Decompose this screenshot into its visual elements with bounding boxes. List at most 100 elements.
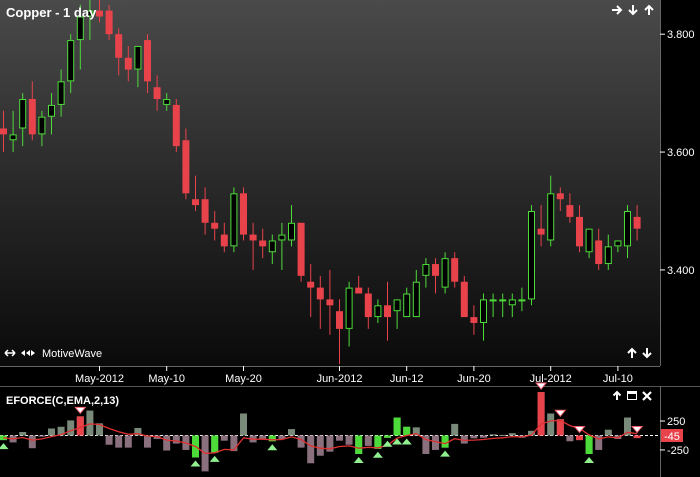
- efi-bar: [499, 434, 507, 436]
- candle-body: [614, 240, 622, 247]
- candle-body: [508, 299, 516, 306]
- candle-body: [230, 193, 238, 247]
- candle-body: [144, 40, 151, 82]
- candle-body: [470, 317, 478, 323]
- time-tick-label: May-20: [225, 373, 262, 385]
- candle-body: [576, 216, 583, 247]
- candle-body: [9, 134, 17, 141]
- efi-bar: [124, 435, 132, 448]
- candle-body: [96, 10, 103, 17]
- candle-body: [604, 246, 612, 265]
- efi-bar-buy: [403, 426, 411, 436]
- candle-body: [585, 228, 593, 253]
- candle-body: [76, 16, 84, 41]
- efi-bar: [604, 429, 612, 436]
- efi-bar-sell: [537, 392, 545, 436]
- candle-body: [28, 99, 36, 135]
- candle-body: [518, 299, 526, 302]
- time-tick-label: Jun-12: [390, 373, 424, 385]
- price-tick-label: 3.600: [667, 147, 695, 159]
- candle-body: [432, 264, 439, 276]
- candle-body: [124, 57, 132, 70]
- candle-body: [172, 104, 180, 147]
- efi-bar: [230, 435, 238, 452]
- efi-bar: [288, 429, 295, 436]
- candle-down: [240, 187, 247, 241]
- efi-bar: [547, 413, 555, 436]
- candle-body: [326, 299, 334, 306]
- candle-body: [0, 128, 7, 135]
- candle-down: [172, 99, 180, 153]
- efi-bar: [220, 435, 228, 441]
- brand-label: MotiveWave: [42, 348, 102, 360]
- candle-body: [163, 99, 171, 105]
- efi-bar: [144, 435, 151, 448]
- efi-bar: [86, 410, 94, 436]
- candle-body: [422, 264, 430, 276]
- efi-bar: [508, 433, 516, 436]
- candle-body: [547, 193, 555, 241]
- candle-body: [220, 234, 228, 247]
- efi-bar: [163, 435, 171, 451]
- efi-bar: [19, 432, 27, 436]
- candle-body: [48, 104, 55, 117]
- candle-body: [249, 234, 257, 241]
- efi-bar: [470, 435, 478, 439]
- efi-bar: [316, 435, 324, 456]
- candle-down: [460, 275, 468, 318]
- indicator-tick-label: 250: [667, 416, 685, 428]
- efi-bar: [364, 435, 372, 446]
- indicator-tick-label: -250: [667, 445, 689, 457]
- candle-body: [489, 299, 497, 302]
- chart-canvas: 3.400 3.600 3.800 May-2012 May-10 May-20 Jun-…: [0, 0, 700, 477]
- candle-body: [528, 210, 535, 300]
- chart-title: Copper - 1 day: [6, 5, 97, 20]
- candle-body: [134, 45, 142, 70]
- candle-body: [355, 287, 363, 294]
- candle-body: [451, 258, 459, 282]
- candle-body: [499, 299, 507, 302]
- efi-bar-sell: [633, 435, 641, 439]
- efi-bar: [240, 413, 247, 436]
- efi-bar: [172, 435, 180, 444]
- efi-bar-buy: [585, 435, 593, 454]
- efi-bar: [115, 435, 123, 448]
- candle-body: [182, 140, 190, 194]
- candle-body: [336, 311, 343, 329]
- candle-body: [268, 240, 276, 253]
- candle-body: [374, 305, 382, 318]
- candle-body: [211, 222, 219, 229]
- chart-window: 3.400 3.600 3.800 May-2012 May-10 May-20 Jun-…: [0, 0, 700, 477]
- efi-bar: [566, 435, 574, 442]
- candle-body: [259, 240, 267, 247]
- candle-body: [624, 210, 631, 247]
- price-tick-label: 3.800: [667, 29, 695, 41]
- candle-body: [393, 299, 401, 312]
- candle-body: [441, 258, 449, 288]
- candle-body: [537, 228, 545, 235]
- price-axis-background: [660, 0, 700, 366]
- efi-bar-buy: [384, 435, 391, 438]
- efi-bar: [259, 435, 267, 439]
- candle-body: [316, 287, 324, 300]
- time-tick-label: May-2012: [75, 373, 124, 385]
- candle-body: [633, 216, 641, 229]
- efi-bar-buy: [211, 435, 219, 453]
- candle-body: [201, 199, 209, 223]
- indicator-value-label: -45: [664, 431, 680, 443]
- candle-body: [403, 293, 411, 318]
- efi-bar: [345, 435, 353, 445]
- candle-body: [38, 116, 46, 135]
- efi-bar: [105, 435, 113, 445]
- candle-body: [460, 281, 468, 318]
- candle-body: [480, 299, 487, 323]
- candle-body: [364, 293, 372, 318]
- efi-bar: [48, 428, 55, 436]
- candle-up: [441, 252, 449, 294]
- efi-bar: [480, 435, 487, 438]
- candle-body: [19, 99, 27, 129]
- indicator-title: EFORCE(C,EMA,2,13): [6, 395, 119, 407]
- candle-body: [556, 193, 564, 200]
- price-tick-label: 3.400: [667, 265, 695, 277]
- efi-bar: [67, 420, 75, 436]
